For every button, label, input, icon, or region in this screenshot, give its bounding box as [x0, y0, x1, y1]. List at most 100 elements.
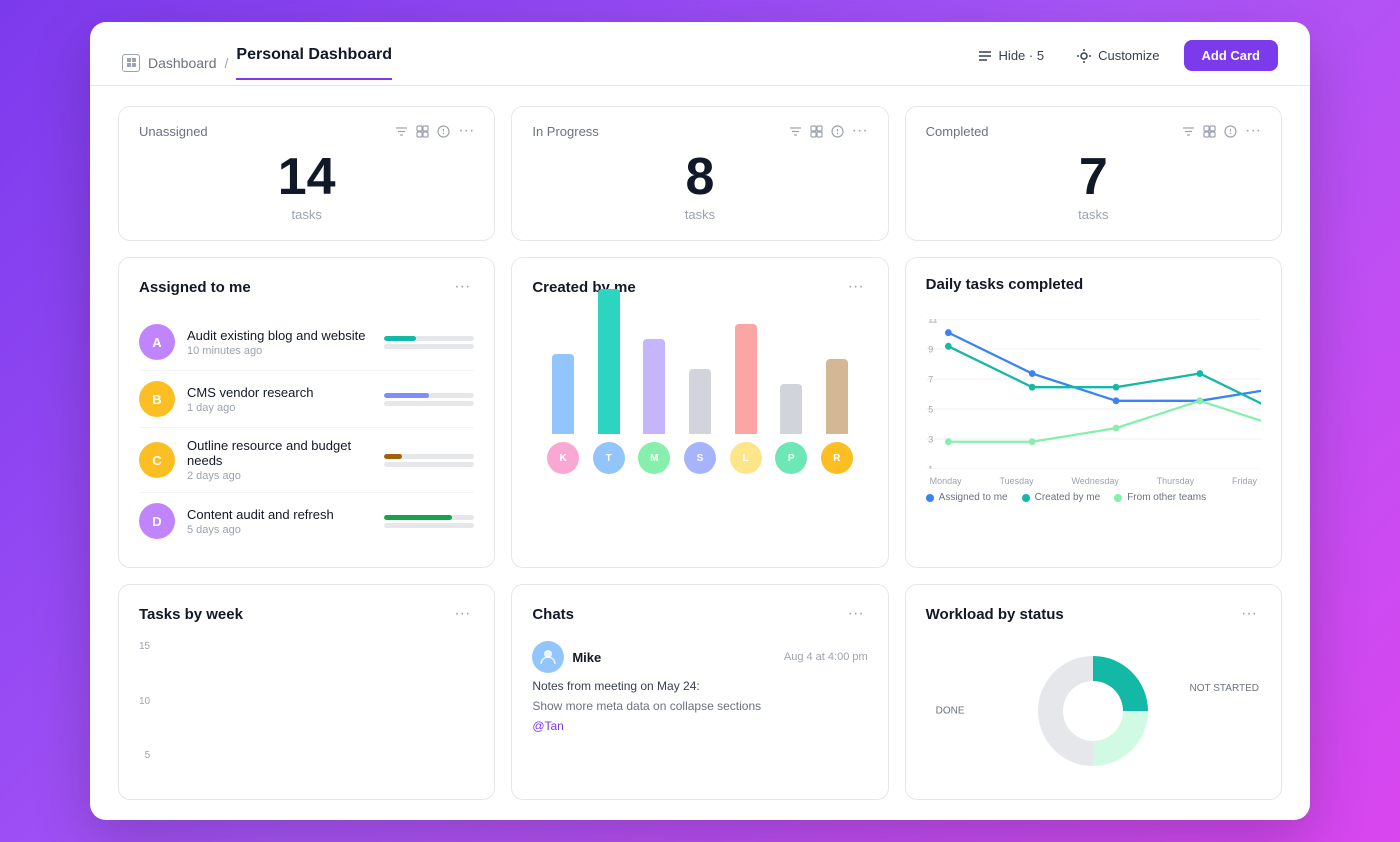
line-chart-container: 1197531 Monday Tuesday Wednesday Thursda…	[926, 309, 1261, 489]
unassigned-icons: ···	[395, 123, 474, 139]
bar-column: R	[821, 359, 853, 474]
task-info: Audit existing blog and website 10 minut…	[187, 328, 372, 357]
bar-avatar: K	[547, 442, 579, 474]
bar-avatar: T	[593, 442, 625, 474]
chat-line1: Notes from meeting on May 24:	[532, 679, 867, 693]
header: Dashboard / Personal Dashboard Hide · 5 …	[90, 22, 1310, 86]
hide-button[interactable]: Hide · 5	[969, 42, 1053, 70]
task-info: Content audit and refresh 5 days ago	[187, 507, 372, 536]
unassigned-label: tasks	[139, 207, 474, 222]
week-y-labels: 15 10 5	[139, 641, 154, 761]
bar-column: S	[684, 369, 716, 474]
inprogress-number: 8	[532, 151, 867, 203]
created-by-me-panel: Created by me ··· K T M S L P R	[511, 257, 888, 568]
chat-sender: Mike	[572, 650, 601, 665]
svg-text:5: 5	[928, 404, 933, 414]
created-more-button[interactable]: ···	[844, 276, 868, 298]
task-avatar: A	[139, 324, 175, 360]
chat-time: Aug 4 at 4:00 pm	[784, 651, 868, 663]
top-cards: Unassigned ··· 14 tasks In Progress	[118, 106, 1282, 241]
chart-legend: Assigned to me Created by me From other …	[926, 492, 1261, 503]
task-progress	[384, 336, 474, 349]
chat-line2: Show more meta data on collapse sections	[532, 699, 867, 713]
task-name: Outline resource and budget needs	[187, 438, 372, 468]
task-avatar: D	[139, 503, 175, 539]
bar-avatar: R	[821, 442, 853, 474]
line-chart-svg: 1197531	[926, 319, 1261, 469]
bar-column: M	[638, 339, 670, 474]
task-time: 1 day ago	[187, 402, 372, 414]
bottom-row: Tasks by week ··· 15 10 5	[118, 584, 1282, 800]
task-progress	[384, 454, 474, 467]
inprogress-title: In Progress	[532, 124, 598, 139]
breadcrumb-base: Dashboard	[148, 55, 217, 71]
pie-chart-container: DONE NOT STARTED	[926, 641, 1261, 781]
main-container: Dashboard / Personal Dashboard Hide · 5 …	[90, 22, 1310, 820]
svg-text:1: 1	[928, 464, 933, 469]
bar-column: K	[547, 354, 579, 474]
middle-row: Assigned to me ··· A Audit existing blog…	[118, 257, 1282, 568]
workload-title: Workload by status	[926, 606, 1064, 623]
workload-more-button[interactable]: ···	[1237, 603, 1261, 625]
assigned-to-me-panel: Assigned to me ··· A Audit existing blog…	[118, 257, 495, 568]
legend-assigned: Assigned to me	[939, 492, 1008, 503]
week-chart-wrap: 15 10 5	[139, 641, 474, 761]
bar-chart: K T M S L P R	[532, 314, 867, 474]
task-list: A Audit existing blog and website 10 min…	[139, 314, 474, 549]
chats-title: Chats	[532, 606, 574, 623]
task-info: Outline resource and budget needs 2 days…	[187, 438, 372, 482]
legend-other: From other teams	[1127, 492, 1206, 503]
bar-column: T	[593, 289, 625, 474]
task-time: 10 minutes ago	[187, 345, 372, 357]
tasks-by-week-title: Tasks by week	[139, 606, 243, 623]
task-name: Audit existing blog and website	[187, 328, 372, 343]
svg-text:11: 11	[928, 319, 937, 324]
chats-more-button[interactable]: ···	[844, 603, 868, 625]
tasks-by-week-panel: Tasks by week ··· 15 10 5	[118, 584, 495, 800]
chats-panel: Chats ··· Mike Aug 4 at 4:00 pm Notes fr…	[511, 584, 888, 800]
bar-avatar: S	[684, 442, 716, 474]
breadcrumb-sep: /	[225, 55, 229, 71]
unassigned-title: Unassigned	[139, 124, 208, 139]
bar-avatar: M	[638, 442, 670, 474]
pie-label-not-started: NOT STARTED	[1190, 683, 1259, 694]
bar	[826, 359, 848, 434]
completed-card: Completed ··· 7 tasks	[905, 106, 1282, 241]
bar	[689, 369, 711, 434]
task-item: B CMS vendor research 1 day ago	[139, 371, 474, 428]
week-more-button[interactable]: ···	[450, 603, 474, 625]
pie-label-done: DONE	[936, 706, 965, 717]
chat-mention: @Tan	[532, 719, 867, 733]
assigned-more-button[interactable]: ···	[450, 276, 474, 298]
hide-label: Hide · 5	[999, 48, 1045, 63]
svg-text:7: 7	[928, 374, 933, 384]
completed-title: Completed	[926, 124, 989, 139]
completed-icons: ···	[1182, 123, 1261, 139]
task-item: C Outline resource and budget needs 2 da…	[139, 428, 474, 493]
task-name: Content audit and refresh	[187, 507, 372, 522]
add-card-button[interactable]: Add Card	[1184, 40, 1279, 71]
breadcrumb: Dashboard / Personal Dashboard	[122, 46, 392, 80]
bar-avatar: P	[775, 442, 807, 474]
completed-label: tasks	[926, 207, 1261, 222]
task-time: 5 days ago	[187, 524, 372, 536]
bar	[643, 339, 665, 434]
task-info: CMS vendor research 1 day ago	[187, 385, 372, 414]
chat-avatar	[532, 641, 564, 673]
bar	[780, 384, 802, 434]
customize-button[interactable]: Customize	[1068, 42, 1167, 70]
legend-created: Created by me	[1035, 492, 1101, 503]
task-time: 2 days ago	[187, 470, 372, 482]
task-progress	[384, 515, 474, 528]
bar	[552, 354, 574, 434]
customize-label: Customize	[1098, 48, 1159, 63]
bar-column: L	[730, 324, 762, 474]
bar-avatar: L	[730, 442, 762, 474]
header-actions: Hide · 5 Customize Add Card	[969, 40, 1278, 85]
bar-column: P	[775, 384, 807, 474]
task-item: A Audit existing blog and website 10 min…	[139, 314, 474, 371]
svg-text:9: 9	[928, 344, 933, 354]
task-avatar: B	[139, 381, 175, 417]
task-item: D Content audit and refresh 5 days ago	[139, 493, 474, 549]
workload-panel: Workload by status ··· DONE NOT STARTED	[905, 584, 1282, 800]
